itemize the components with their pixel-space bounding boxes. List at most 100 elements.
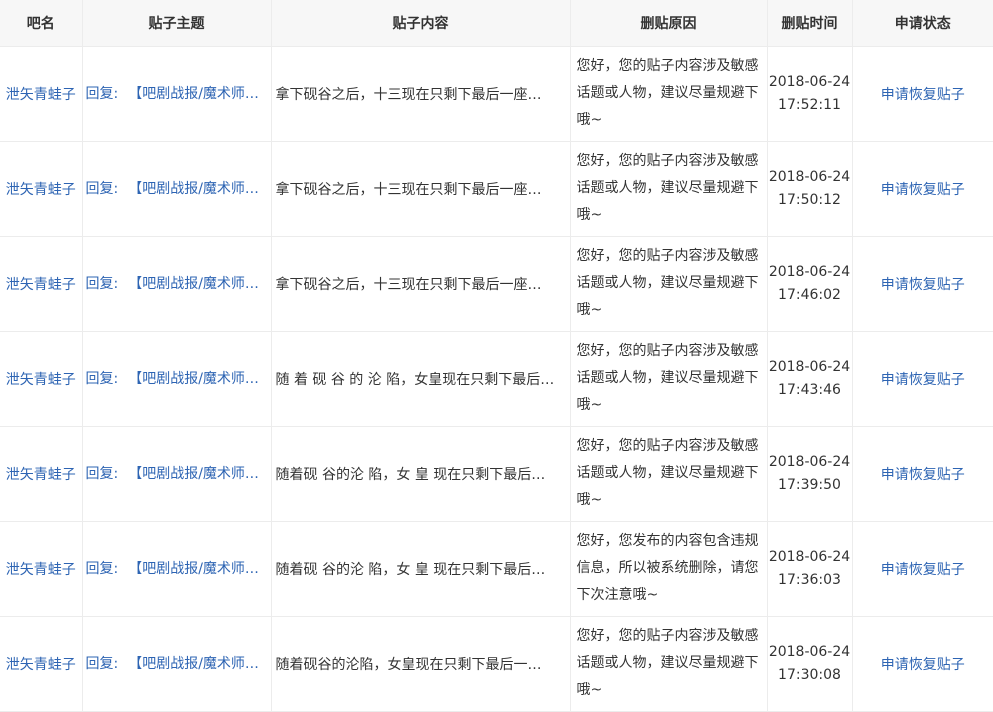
delete-clock-time: 17:39:50 (778, 476, 841, 493)
topic-link[interactable]: 【吧剧战报/魔术师… (128, 86, 259, 102)
table-row: 泄矢青蛙子 回复: 【吧剧战报/魔术师… 拿下砚谷之后，十三现在只剩下最后一座… … (0, 140, 993, 237)
forum-link[interactable]: 泄矢青蛙子 (6, 87, 76, 103)
forum-link[interactable]: 泄矢青蛙子 (6, 372, 76, 388)
header-delete-reason: 删贴原因 (569, 0, 768, 47)
topic-reply-prefix: 回复: (85, 180, 119, 197)
delete-clock-time: 17:36:03 (778, 571, 841, 588)
content-cell: 随着砚 谷的沦 陷，女 皇 现在只剩下最后… (270, 520, 571, 617)
time-cell: 2018-06-24 17:36:03 (766, 520, 853, 617)
status-cell: 申请恢复贴子 (851, 520, 993, 617)
time-cell: 2018-06-24 17:50:12 (766, 140, 853, 237)
topic-cell: 回复: 【吧剧战报/魔术师… (81, 235, 272, 332)
topic-cell: 回复: 【吧剧战报/魔术师… (81, 140, 272, 237)
content-cell: 拿下砚谷之后，十三现在只剩下最后一座… (270, 45, 571, 142)
forum-link[interactable]: 泄矢青蛙子 (6, 277, 76, 293)
time-cell: 2018-06-24 17:39:50 (766, 425, 853, 522)
header-post-topic: 贴子主题 (81, 0, 272, 47)
content-cell: 拿下砚谷之后，十三现在只剩下最后一座… (270, 235, 571, 332)
topic-reply-prefix: 回复: (85, 275, 119, 292)
time-cell: 2018-06-24 17:30:08 (766, 615, 853, 712)
reason-cell: 您好，您的贴子内容涉及敏感话题或人物，建议尽量规避下哦~ (569, 615, 768, 712)
topic-cell: 回复: 【吧剧战报/魔术师… (81, 45, 272, 142)
table-row: 泄矢青蛙子 回复: 【吧剧战报/魔术师… 随 着 砚 谷 的 沦 陷，女皇现在只剩… (0, 330, 993, 427)
delete-date: 2018-06-24 (768, 73, 851, 90)
status-cell: 申请恢复贴子 (851, 425, 993, 522)
forum-cell: 泄矢青蛙子 (0, 520, 83, 617)
delete-clock-time: 17:46:02 (778, 286, 841, 303)
forum-cell: 泄矢青蛙子 (0, 330, 83, 427)
table-row: 泄矢青蛙子 回复: 【吧剧战报/魔术师… 随着砚 谷的沦 陷，女 皇 现在只剩下最… (0, 520, 993, 617)
topic-link[interactable]: 【吧剧战报/魔术师… (128, 276, 259, 292)
topic-link[interactable]: 【吧剧战报/魔术师… (128, 656, 259, 672)
topic-reply-prefix: 回复: (85, 370, 119, 387)
delete-clock-time: 17:52:11 (778, 96, 841, 113)
delete-date: 2018-06-24 (768, 263, 851, 280)
table-row: 泄矢青蛙子 回复: 【吧剧战报/魔术师… 随着砚谷的沦陷，女皇现在只剩下最后一… … (0, 615, 993, 712)
topic-link[interactable]: 【吧剧战报/魔术师… (128, 371, 259, 387)
header-post-content: 贴子内容 (270, 0, 571, 47)
reason-cell: 您好，您的贴子内容涉及敏感话题或人物，建议尽量规避下哦~ (569, 45, 768, 142)
time-cell: 2018-06-24 17:52:11 (766, 45, 853, 142)
delete-clock-time: 17:50:12 (778, 191, 841, 208)
topic-cell: 回复: 【吧剧战报/魔术师… (81, 330, 272, 427)
topic-cell: 回复: 【吧剧战报/魔术师… (81, 615, 272, 712)
restore-post-link[interactable]: 申请恢复贴子 (881, 87, 965, 103)
status-cell: 申请恢复贴子 (851, 45, 993, 142)
header-delete-time: 删贴时间 (766, 0, 853, 47)
topic-reply-prefix: 回复: (85, 560, 119, 577)
topic-link[interactable]: 【吧剧战报/魔术师… (128, 561, 259, 577)
delete-date: 2018-06-24 (768, 643, 851, 660)
content-cell: 随着砚谷的沦陷，女皇现在只剩下最后一… (270, 615, 571, 712)
topic-reply-prefix: 回复: (85, 465, 119, 482)
topic-link[interactable]: 【吧剧战报/魔术师… (128, 181, 259, 197)
table-row: 泄矢青蛙子 回复: 【吧剧战报/魔术师… 拿下砚谷之后，十三现在只剩下最后一座… … (0, 45, 993, 142)
forum-cell: 泄矢青蛙子 (0, 140, 83, 237)
time-cell: 2018-06-24 17:46:02 (766, 235, 853, 332)
status-cell: 申请恢复贴子 (851, 330, 993, 427)
forum-cell: 泄矢青蛙子 (0, 615, 83, 712)
content-cell: 随着砚 谷的沦 陷，女 皇 现在只剩下最后… (270, 425, 571, 522)
restore-post-link[interactable]: 申请恢复贴子 (881, 277, 965, 293)
delete-date: 2018-06-24 (768, 548, 851, 565)
forum-cell: 泄矢青蛙子 (0, 235, 83, 332)
content-cell: 拿下砚谷之后，十三现在只剩下最后一座… (270, 140, 571, 237)
restore-post-link[interactable]: 申请恢复贴子 (881, 467, 965, 483)
topic-cell: 回复: 【吧剧战报/魔术师… (81, 520, 272, 617)
table-header-row: 吧名 贴子主题 贴子内容 删贴原因 删贴时间 申请状态 (0, 0, 993, 47)
restore-post-link[interactable]: 申请恢复贴子 (881, 562, 965, 578)
table-row: 泄矢青蛙子 回复: 【吧剧战报/魔术师… 随着砚 谷的沦 陷，女 皇 现在只剩下最… (0, 425, 993, 522)
delete-date: 2018-06-24 (768, 453, 851, 470)
delete-clock-time: 17:30:08 (778, 666, 841, 683)
deleted-posts-table: 吧名 贴子主题 贴子内容 删贴原因 删贴时间 申请状态 泄矢青蛙子 回复: 【吧剧… (0, 0, 993, 712)
header-appeal-status: 申请状态 (851, 0, 993, 47)
table-body: 泄矢青蛙子 回复: 【吧剧战报/魔术师… 拿下砚谷之后，十三现在只剩下最后一座… … (0, 45, 993, 712)
restore-post-link[interactable]: 申请恢复贴子 (881, 657, 965, 673)
delete-date: 2018-06-24 (768, 168, 851, 185)
reason-cell: 您好，您的贴子内容涉及敏感话题或人物，建议尽量规避下哦~ (569, 235, 768, 332)
table-row: 泄矢青蛙子 回复: 【吧剧战报/魔术师… 拿下砚谷之后，十三现在只剩下最后一座… … (0, 235, 993, 332)
restore-post-link[interactable]: 申请恢复贴子 (881, 182, 965, 198)
content-cell: 随 着 砚 谷 的 沦 陷，女皇现在只剩下最后… (270, 330, 571, 427)
delete-date: 2018-06-24 (768, 358, 851, 375)
topic-reply-prefix: 回复: (85, 85, 119, 102)
status-cell: 申请恢复贴子 (851, 235, 993, 332)
forum-cell: 泄矢青蛙子 (0, 425, 83, 522)
topic-reply-prefix: 回复: (85, 655, 119, 672)
forum-link[interactable]: 泄矢青蛙子 (6, 182, 76, 198)
reason-cell: 您好，您的贴子内容涉及敏感话题或人物，建议尽量规避下哦~ (569, 330, 768, 427)
forum-link[interactable]: 泄矢青蛙子 (6, 657, 76, 673)
restore-post-link[interactable]: 申请恢复贴子 (881, 372, 965, 388)
topic-link[interactable]: 【吧剧战报/魔术师… (128, 466, 259, 482)
reason-cell: 您好，您发布的内容包含违规信息，所以被系统删除，请您下次注意哦~ (569, 520, 768, 617)
forum-cell: 泄矢青蛙子 (0, 45, 83, 142)
forum-link[interactable]: 泄矢青蛙子 (6, 467, 76, 483)
time-cell: 2018-06-24 17:43:46 (766, 330, 853, 427)
reason-cell: 您好，您的贴子内容涉及敏感话题或人物，建议尽量规避下哦~ (569, 425, 768, 522)
delete-clock-time: 17:43:46 (778, 381, 841, 398)
status-cell: 申请恢复贴子 (851, 140, 993, 237)
status-cell: 申请恢复贴子 (851, 615, 993, 712)
reason-cell: 您好，您的贴子内容涉及敏感话题或人物，建议尽量规避下哦~ (569, 140, 768, 237)
topic-cell: 回复: 【吧剧战报/魔术师… (81, 425, 272, 522)
forum-link[interactable]: 泄矢青蛙子 (6, 562, 76, 578)
header-forum-name: 吧名 (0, 0, 83, 47)
